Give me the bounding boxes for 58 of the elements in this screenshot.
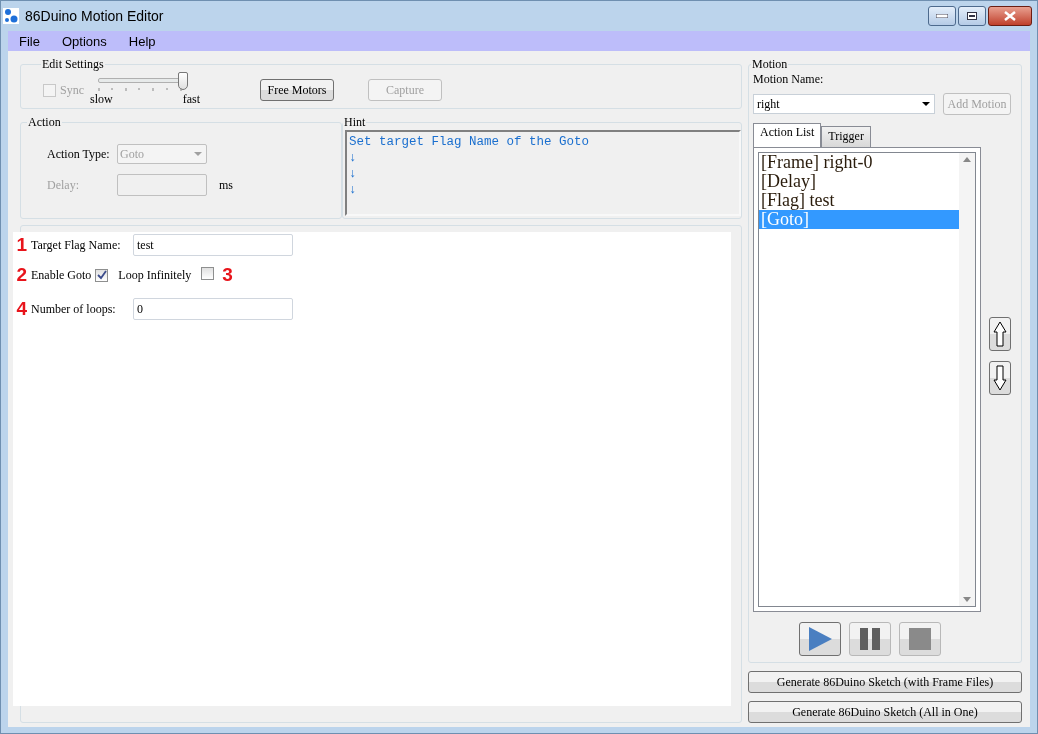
move-up-button[interactable] [989, 316, 1011, 351]
pause-button[interactable] [849, 622, 891, 656]
up-arrow-icon [993, 320, 1007, 347]
menu-item[interactable]: Help [117, 33, 167, 49]
free-motors-button[interactable]: Free Motors [260, 79, 334, 101]
menu-item[interactable]: File [8, 33, 51, 49]
menu-item[interactable]: Options [50, 33, 118, 49]
group-title: Hint [343, 115, 367, 130]
app-logo-icon [3, 8, 19, 24]
motion-name-dropdown[interactable]: right [753, 94, 935, 114]
stop-button[interactable] [899, 622, 941, 656]
field-label: Target Flag Name: [31, 237, 122, 253]
scroll-down-icon[interactable] [963, 597, 971, 602]
dropdown-arrow-icon [921, 101, 931, 107]
checkbox[interactable] [95, 268, 109, 282]
checkbox-label: Enable Goto [31, 267, 92, 283]
scroll-up-icon[interactable] [963, 157, 971, 162]
group-title: Edit Settings [41, 57, 105, 72]
slider-thumb[interactable] [178, 72, 188, 90]
field-label: Delay: [47, 177, 80, 193]
stop-icon [908, 627, 932, 651]
maximize-icon [967, 12, 977, 20]
down-arrow-icon [993, 364, 1007, 391]
annotation-number: 4 [15, 298, 27, 320]
checkbox-label: Sync [60, 82, 84, 98]
maximize-button[interactable] [958, 6, 986, 26]
list-item[interactable]: [Frame] right-0 [759, 153, 959, 172]
list-item[interactable]: [Delay] [759, 172, 959, 191]
tab[interactable]: Trigger [821, 126, 871, 147]
field-label: Action Type: [47, 146, 111, 162]
pause-icon [858, 627, 882, 651]
checkbox-label: Loop Infinitely [118, 267, 192, 283]
unit-label: ms [219, 177, 234, 193]
close-button[interactable] [988, 6, 1032, 26]
play-icon [807, 626, 833, 652]
generate-sketch-button[interactable]: Generate 86Duino Sketch (with Frame Files) [748, 671, 1022, 693]
minimize-button[interactable] [928, 6, 956, 26]
generate-sketch-button[interactable]: Generate 86Duino Sketch (All in One) [748, 701, 1022, 723]
field-label: Motion Name: [753, 72, 825, 87]
group-title: Motion [751, 57, 789, 72]
group-title: Action [27, 115, 62, 130]
play-button[interactable] [799, 622, 841, 656]
list-item[interactable]: [Flag] test [759, 191, 959, 210]
close-icon [1003, 11, 1017, 21]
slider-min-label: slow [90, 92, 113, 107]
checkbox[interactable] [201, 266, 215, 280]
target-flag-field[interactable]: test [133, 234, 293, 256]
window-title: 86Duino Motion Editor [25, 8, 165, 24]
field-label: Number of loops: [31, 301, 117, 317]
minimize-icon [936, 14, 948, 18]
tab[interactable]: Action List [753, 123, 822, 147]
annotation-number: 3 [222, 264, 234, 286]
number-of-loops-field[interactable]: 0 [133, 298, 293, 320]
slider-max-label: fast [182, 92, 200, 107]
hint-text: Set target Flag Name of the Goto ↓ ↓ ↓ [345, 130, 741, 216]
move-down-button[interactable] [989, 360, 1011, 395]
annotation-number: 1 [15, 234, 27, 256]
annotation-number: 2 [15, 264, 27, 286]
